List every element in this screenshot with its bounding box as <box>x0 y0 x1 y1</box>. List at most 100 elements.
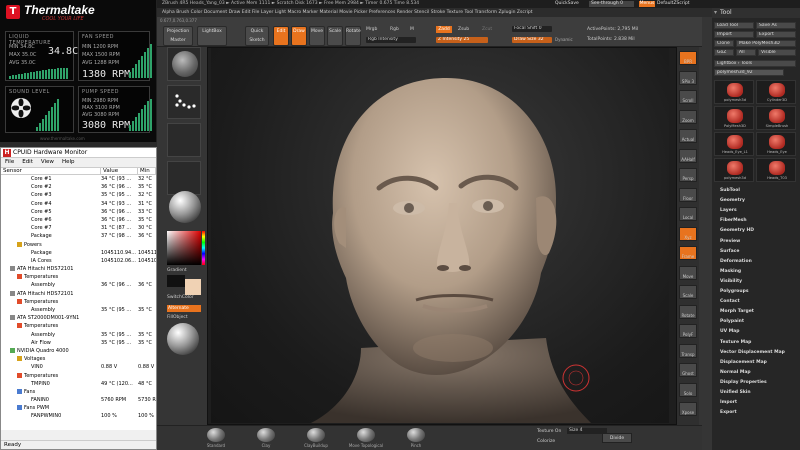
tool-thumbnail[interactable]: Heads_Eye_L1 <box>714 132 754 156</box>
goz-all-button[interactable]: All <box>736 49 756 56</box>
sensor-row[interactable]: Core #2 36 °C (96 ... 35 °C <box>1 183 156 191</box>
color-picker[interactable] <box>167 231 205 265</box>
draw-size-slider[interactable]: Draw Size 32 <box>512 37 552 43</box>
subpalette-deformation[interactable]: Deformation <box>720 259 752 264</box>
shelf-scale-button[interactable]: Scale <box>679 285 697 299</box>
tool-thumbnail[interactable]: PolyMesh3D <box>714 106 754 130</box>
make-polymesh-button[interactable]: Make PolyMesh3D <box>736 40 796 47</box>
sensor-row[interactable]: Air Flow 35 °C (95 ... 35 °C <box>1 339 156 347</box>
lightbox-tools-button[interactable]: Lightbox › Tools <box>714 60 796 67</box>
subpalette-preview[interactable]: Preview <box>720 239 740 244</box>
viewport[interactable] <box>211 48 669 423</box>
hwmonitor-window[interactable]: H CPUID Hardware Monitor File Edit View … <box>0 147 157 450</box>
zadd-button[interactable]: Zadd <box>436 26 452 33</box>
lightbox-button[interactable]: LightBox <box>197 26 227 46</box>
sensor-row[interactable]: ATA ST2000DM001-9YN1 <box>1 314 156 322</box>
sensor-row[interactable]: Temperatures <box>1 372 156 380</box>
shelf-local-button[interactable]: Local <box>679 207 697 221</box>
sensor-row[interactable]: IA Cores 1045102.06... 104510 <box>1 257 156 265</box>
sensor-row[interactable]: Package 37 °C (98 ... 36 °C <box>1 232 156 240</box>
dynamic-button[interactable]: Dynamic <box>555 37 573 42</box>
current-tool-slider[interactable]: polymesh3d_92 <box>714 69 784 76</box>
subpalette-display-properties[interactable]: Display Properties <box>720 380 767 385</box>
shelf-polyf-button[interactable]: PolyF <box>679 324 697 338</box>
hwmonitor-titlebar[interactable]: H CPUID Hardware Monitor <box>1 148 156 158</box>
menu-edit[interactable]: Edit <box>22 158 33 167</box>
subpalette-export[interactable]: Export <box>720 410 737 415</box>
subpalette-masking[interactable]: Masking <box>720 269 741 274</box>
subpalette-polygroups[interactable]: Polygroups <box>720 289 749 294</box>
sensor-row[interactable]: FANPWMIN0 100 % 100 % <box>1 412 156 420</box>
subpalette-polypaint[interactable]: Polypaint <box>720 319 744 324</box>
subpalette-surface[interactable]: Surface <box>720 249 739 254</box>
brush-claybuildup-button[interactable] <box>307 428 325 442</box>
zcut-button[interactable]: Zcut <box>482 27 492 32</box>
sensor-row[interactable]: Core #1 34 °C (93 ... 32 °C <box>1 175 156 183</box>
goz-visible-button[interactable]: Visible <box>758 49 796 56</box>
gradient-label[interactable]: Gradient <box>167 268 187 273</box>
collapse-icon[interactable]: ▾ <box>714 8 717 18</box>
shelf-ghost-button[interactable]: Ghost <box>679 363 697 377</box>
menus-button[interactable]: Menus <box>639 1 655 7</box>
quicksave-button[interactable]: QuickSave <box>555 1 579 6</box>
shelf-floor-button[interactable]: Floor <box>679 187 697 202</box>
shelf-zoom-button[interactable]: Zoom <box>679 109 697 124</box>
subpalette-visibility[interactable]: Visibility <box>720 279 742 284</box>
subpalette-geometry-hd[interactable]: Geometry HD <box>720 228 754 233</box>
shelf-transp-button[interactable]: Transp <box>679 343 697 358</box>
column-sensor[interactable]: Sensor <box>1 168 101 174</box>
load-tool-button[interactable]: Load Tool <box>714 22 754 29</box>
subpalette-layers[interactable]: Layers <box>720 208 737 213</box>
edit-button[interactable]: Edit <box>273 26 289 46</box>
focal-shift-slider[interactable]: Focal Shift 0 <box>512 26 552 32</box>
mrgb-button[interactable]: Mrgb <box>366 27 377 32</box>
default-zscript-button[interactable]: DefaultZScript <box>657 1 690 6</box>
rgb-button[interactable]: Rgb <box>390 27 399 32</box>
draw-button[interactable]: Draw <box>291 26 307 46</box>
sensor-row[interactable]: VIN0 0.88 V 0.88 V <box>1 363 156 371</box>
scale-button[interactable]: Scale <box>327 26 343 46</box>
sensor-row[interactable]: TMPIN0 49 °C (120... 48 °C <box>1 380 156 388</box>
sensor-row[interactable]: Core #3 35 °C (95 ... 32 °C <box>1 191 156 199</box>
subpalette-import[interactable]: Import <box>720 400 737 405</box>
switch-color-button[interactable]: SwitchColor <box>167 295 194 300</box>
sensor-row[interactable]: Core #6 36 °C (96 ... 35 °C <box>1 216 156 224</box>
sensor-row[interactable]: Temperatures <box>1 322 156 330</box>
move-button[interactable]: Move <box>309 26 325 46</box>
zsub-button[interactable]: Zsub <box>458 27 469 32</box>
z-intensity-slider[interactable]: Z Intensity 25 <box>436 37 488 43</box>
divide-size-slider[interactable]: Size 4 <box>567 428 607 434</box>
sensor-row[interactable]: ATA Hitachi HDS72101 <box>1 265 156 273</box>
sensor-row[interactable]: Voltages <box>1 355 156 363</box>
shelf-xpose-button[interactable]: Xpose <box>679 402 697 416</box>
subpalette-subtool[interactable]: SubTool <box>720 188 740 193</box>
brush-clay-button[interactable] <box>257 428 275 442</box>
tool-thumbnail[interactable]: Heads_T03 <box>756 158 796 182</box>
tool-thumbnail[interactable]: polymesh3d <box>714 80 754 104</box>
subpalette-normal-map[interactable]: Normal Map <box>720 370 751 375</box>
sensor-row[interactable]: Temperatures <box>1 273 156 281</box>
save-as-button[interactable]: Save As <box>756 22 796 29</box>
texture-thumbnail[interactable] <box>167 161 201 195</box>
material-thumbnail[interactable] <box>167 191 201 225</box>
sensor-row[interactable]: Assembly 36 °C (96 ... 36 °C <box>1 281 156 289</box>
sensor-row[interactable]: Fans <box>1 388 156 396</box>
tool-thumbnail[interactable]: Heads_Eye <box>756 132 796 156</box>
brush-standard-button[interactable] <box>207 428 225 442</box>
sensor-row[interactable]: Core #4 34 °C (93 ... 31 °C <box>1 200 156 208</box>
menu-file[interactable]: File <box>5 158 14 167</box>
m-button[interactable]: M <box>410 27 414 32</box>
tool-palette-header[interactable]: ▾ Tool <box>712 8 800 18</box>
rgb-intensity-slider[interactable]: Rgb Intensity <box>366 37 416 43</box>
shelf-solo-button[interactable]: Solo <box>679 382 697 397</box>
sensor-row[interactable]: FANIN0 5760 RPM 5730 R <box>1 396 156 404</box>
column-value[interactable]: Value <box>101 168 138 174</box>
subpalette-contact[interactable]: Contact <box>720 299 740 304</box>
clone-button[interactable]: Clone <box>714 40 734 47</box>
sensor-row[interactable]: ATA Hitachi HDS72101 <box>1 290 156 298</box>
shelf-move-button[interactable]: Move <box>679 265 697 280</box>
subpalette-unified-skin[interactable]: Unified Skin <box>720 390 751 395</box>
brush-pinch-button[interactable] <box>407 428 425 442</box>
subpalette-geometry[interactable]: Geometry <box>720 198 745 203</box>
subpalette-vector-displacement-map[interactable]: Vector Displacement Map <box>720 350 785 355</box>
